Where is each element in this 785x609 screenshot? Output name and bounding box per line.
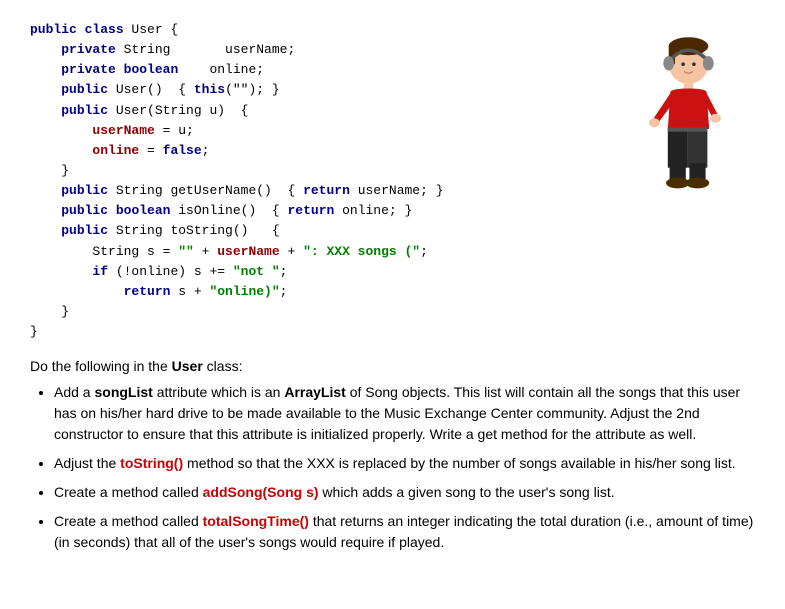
- instructions-intro: Do the following in the User class:: [30, 358, 755, 374]
- code-line: public class User {: [30, 20, 595, 40]
- top-section: public class User { private String userN…: [30, 20, 755, 342]
- instructions-list: Add a songList attribute which is an Arr…: [54, 382, 755, 553]
- code-line: public User() { this(""); }: [30, 80, 595, 100]
- code-line: return s + "online)";: [30, 282, 595, 302]
- avatar-area: [595, 20, 755, 210]
- code-line: }: [30, 322, 595, 342]
- instructions-section: Do the following in the User class: Add …: [30, 358, 755, 553]
- code-line: private String userName;: [30, 40, 595, 60]
- code-line: String s = "" + userName + ": XXX songs …: [30, 242, 595, 262]
- code-line: if (!online) s += "not ";: [30, 262, 595, 282]
- list-item: Create a method called totalSongTime() t…: [54, 511, 755, 553]
- code-line: public String getUserName() { return use…: [30, 181, 595, 201]
- list-item: Add a songList attribute which is an Arr…: [54, 382, 755, 445]
- code-line: userName = u;: [30, 121, 595, 141]
- list-item: Create a method called addSong(Song s) w…: [54, 482, 755, 503]
- code-line: }: [30, 302, 595, 322]
- code-line: }: [30, 161, 595, 181]
- code-line: public User(String u) {: [30, 101, 595, 121]
- code-line: public boolean isOnline() { return onlin…: [30, 201, 595, 221]
- code-line: public String toString() {: [30, 221, 595, 241]
- code-line: private boolean online;: [30, 60, 595, 80]
- character-illustration: [605, 30, 745, 210]
- code-block: public class User { private String userN…: [30, 20, 595, 342]
- list-item: Adjust the toString() method so that the…: [54, 453, 755, 474]
- code-line: online = false;: [30, 141, 595, 161]
